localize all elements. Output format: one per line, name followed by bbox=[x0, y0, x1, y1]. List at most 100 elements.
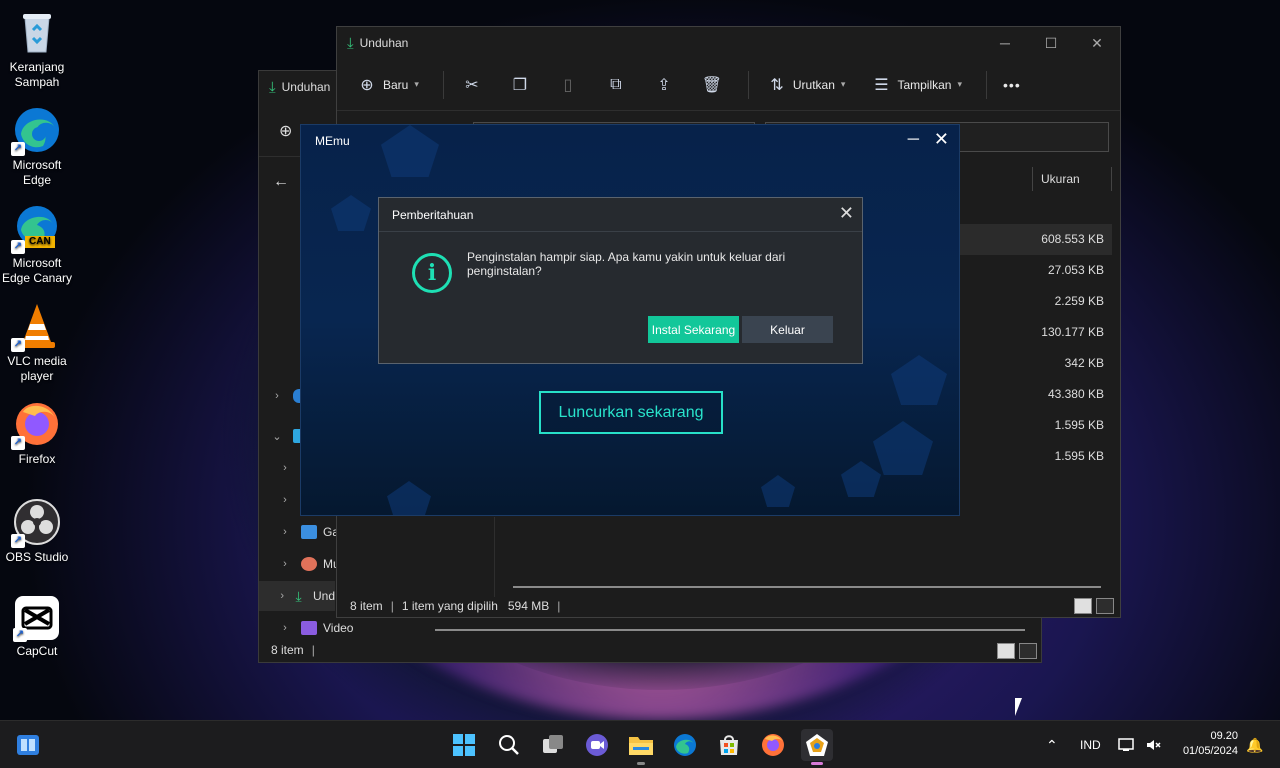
divider bbox=[442, 70, 444, 99]
task-view-button[interactable] bbox=[537, 729, 569, 761]
desktop-icon-capcut[interactable]: ↗ CapCut bbox=[0, 596, 74, 659]
nav-item-downloads[interactable]: › ⤓ Und bbox=[259, 581, 335, 611]
info-icon: i bbox=[412, 253, 452, 293]
file-size-cell[interactable]: 2.259 KB bbox=[957, 286, 1112, 317]
widgets-button[interactable] bbox=[12, 729, 44, 761]
edge-button[interactable] bbox=[669, 729, 701, 761]
file-size-cell[interactable]: 27.053 KB bbox=[957, 255, 1112, 286]
file-size-cell[interactable]: 130.177 KB bbox=[957, 317, 1112, 348]
column-header-size[interactable]: Ukuran bbox=[1032, 167, 1112, 191]
decor-shape bbox=[387, 481, 431, 515]
chevron-right-icon: › bbox=[283, 526, 287, 538]
search-button[interactable] bbox=[493, 729, 525, 761]
vlc-icon: ↗ bbox=[11, 302, 61, 352]
nav-item-label: Und bbox=[312, 589, 335, 603]
start-button[interactable] bbox=[448, 729, 480, 761]
details-view-icon[interactable] bbox=[997, 643, 1015, 659]
desktop-icon-label: OBS Studio bbox=[5, 550, 69, 564]
desktop-icon-obs[interactable]: ↗ OBS Studio bbox=[0, 498, 74, 565]
file-explorer-button[interactable] bbox=[625, 729, 657, 765]
shortcut-arrow-icon: ↗ bbox=[11, 534, 25, 548]
file-size-cell[interactable]: 1.595 KB bbox=[957, 410, 1112, 441]
back-arrow-icon[interactable]: ← bbox=[273, 173, 289, 191]
nav-item-music[interactable]: › Mu bbox=[275, 549, 340, 579]
delete-button[interactable]: 🗑 bbox=[700, 75, 724, 95]
language-indicator[interactable]: IND bbox=[1080, 721, 1101, 768]
tiles-view-icon[interactable] bbox=[1096, 598, 1114, 614]
desktop-icon-recycle-bin[interactable]: Keranjang Sampah bbox=[0, 8, 74, 90]
clock-time: 09.20 bbox=[1210, 730, 1238, 742]
network-icon bbox=[1118, 738, 1134, 751]
file-size-column: 608.553 KB 27.053 KB 2.259 KB 130.177 KB… bbox=[957, 224, 1112, 472]
recycle-bin-icon bbox=[13, 8, 61, 56]
shortcut-arrow-icon: ↗ bbox=[11, 436, 25, 450]
music-icon bbox=[301, 557, 317, 571]
volume-button[interactable] bbox=[1145, 721, 1161, 768]
bell-icon: 🔔 bbox=[1246, 736, 1264, 753]
desktop-icon-label: Edge Canary bbox=[1, 271, 73, 285]
sort-button[interactable]: ⇅ Urutkan ▾ bbox=[765, 75, 845, 95]
close-icon[interactable]: ✕ bbox=[839, 203, 854, 224]
video-icon bbox=[301, 621, 317, 635]
file-size-cell[interactable]: 608.553 KB bbox=[957, 224, 1112, 255]
file-size-cell[interactable]: 1.595 KB bbox=[957, 441, 1112, 472]
store-button[interactable] bbox=[713, 729, 745, 761]
chevron-down-icon: ⌄ bbox=[272, 430, 282, 443]
details-view-icon[interactable] bbox=[1074, 598, 1092, 614]
notification-dialog[interactable]: Pemberitahuan ✕ i Penginstalan hampir si… bbox=[378, 197, 863, 364]
install-now-button[interactable]: Instal Sekarang bbox=[648, 316, 739, 343]
desktop-icon-firefox[interactable]: ↗ Firefox bbox=[0, 400, 74, 467]
share-button[interactable]: ⇪ bbox=[652, 75, 676, 95]
exit-button[interactable]: Keluar bbox=[742, 316, 833, 343]
desktop-icon-label: Firefox bbox=[18, 452, 56, 466]
mouse-cursor-icon bbox=[1015, 698, 1029, 716]
maximize-icon[interactable]: ☐ bbox=[1028, 27, 1074, 59]
network-button[interactable] bbox=[1118, 721, 1136, 768]
shortcut-arrow-icon: ↗ bbox=[11, 240, 25, 254]
meet-button[interactable] bbox=[581, 729, 613, 761]
chevron-right-icon: › bbox=[280, 590, 285, 602]
file-size-cell[interactable]: 342 KB bbox=[957, 348, 1112, 379]
desktop-icon-edge-canary[interactable]: CAN ↗ Microsoft Edge Canary bbox=[0, 204, 74, 286]
launch-now-button[interactable]: Luncurkan sekarang bbox=[539, 391, 723, 434]
minimize-icon[interactable]: ─ bbox=[908, 131, 919, 149]
shortcut-arrow-icon: ↗ bbox=[13, 628, 27, 642]
obs-icon: ↗ bbox=[11, 498, 61, 548]
horizontal-scrollbar[interactable] bbox=[513, 586, 1101, 588]
view-toggle[interactable] bbox=[1074, 598, 1114, 614]
close-icon[interactable]: ✕ bbox=[934, 129, 949, 150]
desktop-icon-edge[interactable]: ↗ Microsoft Edge bbox=[0, 106, 74, 188]
decor-shape bbox=[891, 355, 947, 405]
clock[interactable]: 09.20 01/05/2024 bbox=[1183, 729, 1238, 759]
show-hidden-icons-button[interactable]: ⌃ bbox=[1046, 721, 1058, 768]
search-icon bbox=[499, 735, 519, 755]
more-options-button[interactable]: ••• bbox=[1003, 77, 1021, 93]
nav-item-pictures[interactable]: › Gar bbox=[275, 517, 343, 547]
command-bar: ⊕ Baru ▾ ✂ ❐ ▯ ⧉ ⇪ 🗑 ⇅ Urutkan ▾ ☰ Tampi… bbox=[337, 59, 1120, 111]
divider bbox=[1111, 167, 1112, 191]
file-size-cell[interactable]: 43.380 KB bbox=[957, 379, 1112, 410]
horizontal-scrollbar[interactable] bbox=[435, 629, 1025, 631]
paste-button[interactable]: ▯ bbox=[556, 75, 580, 95]
notification-button[interactable]: 🔔 bbox=[1246, 721, 1263, 768]
memu-button[interactable] bbox=[801, 729, 833, 765]
desktop-icon-vlc[interactable]: ↗ VLC media player bbox=[0, 302, 74, 384]
close-icon[interactable]: ✕ bbox=[1074, 27, 1120, 59]
firefox-icon: ↗ bbox=[11, 400, 61, 450]
tiles-view-icon[interactable] bbox=[1019, 643, 1037, 659]
rename-button[interactable]: ⧉ bbox=[604, 76, 628, 94]
sort-icon: ⇅ bbox=[770, 76, 784, 94]
firefox-button[interactable] bbox=[757, 729, 789, 761]
desktop-icon-label: Edge bbox=[22, 173, 52, 187]
new-button[interactable]: ⊕ Baru ▾ bbox=[355, 75, 419, 95]
copy-button[interactable]: ❐ bbox=[508, 75, 532, 95]
more-icon: ••• bbox=[1003, 76, 1021, 93]
cut-button[interactable]: ✂ bbox=[460, 75, 484, 95]
status-item-count: 8 item bbox=[271, 643, 304, 657]
minimize-icon[interactable]: ─ bbox=[982, 27, 1028, 59]
new-plus-icon[interactable]: ⊕ bbox=[279, 121, 292, 141]
chevron-right-icon: › bbox=[283, 462, 287, 474]
view-toggle[interactable] bbox=[997, 643, 1037, 659]
view-button[interactable]: ☰ Tampilkan ▾ bbox=[869, 75, 962, 95]
decor-shape bbox=[873, 421, 933, 475]
